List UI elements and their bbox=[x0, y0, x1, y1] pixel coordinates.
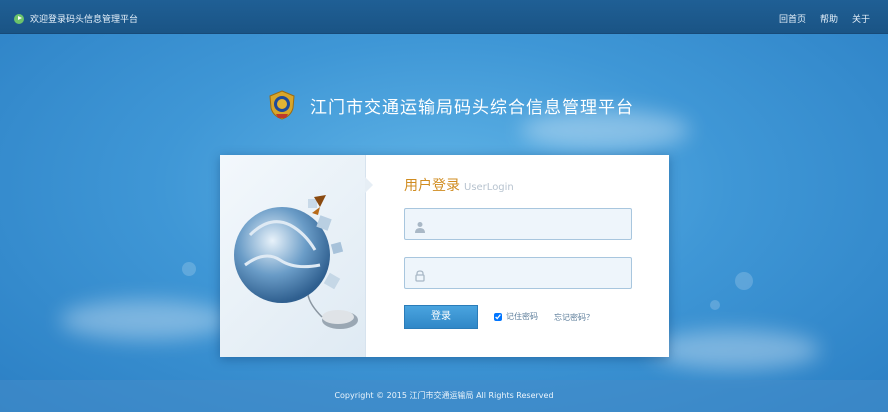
bubble-decoration bbox=[735, 272, 753, 290]
forgot-password-link[interactable]: 忘记密码？ bbox=[554, 312, 594, 323]
play-icon bbox=[14, 13, 24, 24]
password-input[interactable] bbox=[435, 258, 625, 288]
user-icon bbox=[414, 218, 426, 233]
copyright-text: Copyright © 2015 江门市交通运输局 All Rights Res… bbox=[334, 391, 554, 400]
globe-puzzle-illustration bbox=[234, 195, 358, 329]
bubble-decoration bbox=[182, 262, 196, 276]
nav-help-link[interactable]: 帮助 bbox=[820, 12, 838, 25]
login-heading-en: UserLogin bbox=[464, 182, 514, 193]
login-button[interactable]: 登录 bbox=[404, 305, 478, 329]
remember-checkbox[interactable] bbox=[494, 312, 502, 321]
lock-icon bbox=[414, 267, 426, 282]
brand-header: 江门市交通运输局码头综合信息管理平台 bbox=[268, 90, 634, 120]
footer: Copyright © 2015 江门市交通运输局 All Rights Res… bbox=[0, 380, 888, 412]
login-illustration bbox=[220, 155, 373, 357]
top-nav: 回首页 帮助 关于 bbox=[779, 12, 870, 25]
username-input[interactable] bbox=[435, 209, 625, 239]
nav-home-link[interactable]: 回首页 bbox=[779, 12, 806, 25]
remember-password[interactable]: 记住密码 bbox=[494, 311, 538, 322]
page-title: 江门市交通运输局码头综合信息管理平台 bbox=[310, 97, 634, 118]
username-field[interactable] bbox=[404, 208, 632, 240]
password-field[interactable] bbox=[404, 257, 632, 289]
police-emblem-icon bbox=[268, 90, 296, 120]
login-form: 用户登录 UserLogin 登录 记住密码 忘记密码？ bbox=[366, 155, 669, 357]
welcome-area: 欢迎登录码头信息管理平台 bbox=[14, 12, 138, 25]
cloud-decoration bbox=[60, 300, 230, 340]
login-heading: 用户登录 UserLogin bbox=[404, 175, 514, 195]
cloud-decoration bbox=[650, 330, 820, 370]
bubble-decoration bbox=[710, 300, 720, 310]
remember-label: 记住密码 bbox=[506, 312, 538, 321]
top-bar: 欢迎登录码头信息管理平台 回首页 帮助 关于 bbox=[0, 0, 888, 34]
login-heading-cn: 用户登录 bbox=[404, 178, 460, 194]
welcome-text: 欢迎登录码头信息管理平台 bbox=[30, 15, 139, 25]
login-panel: 用户登录 UserLogin 登录 记住密码 忘记密码？ bbox=[220, 155, 669, 357]
nav-about-link[interactable]: 关于 bbox=[852, 12, 870, 25]
